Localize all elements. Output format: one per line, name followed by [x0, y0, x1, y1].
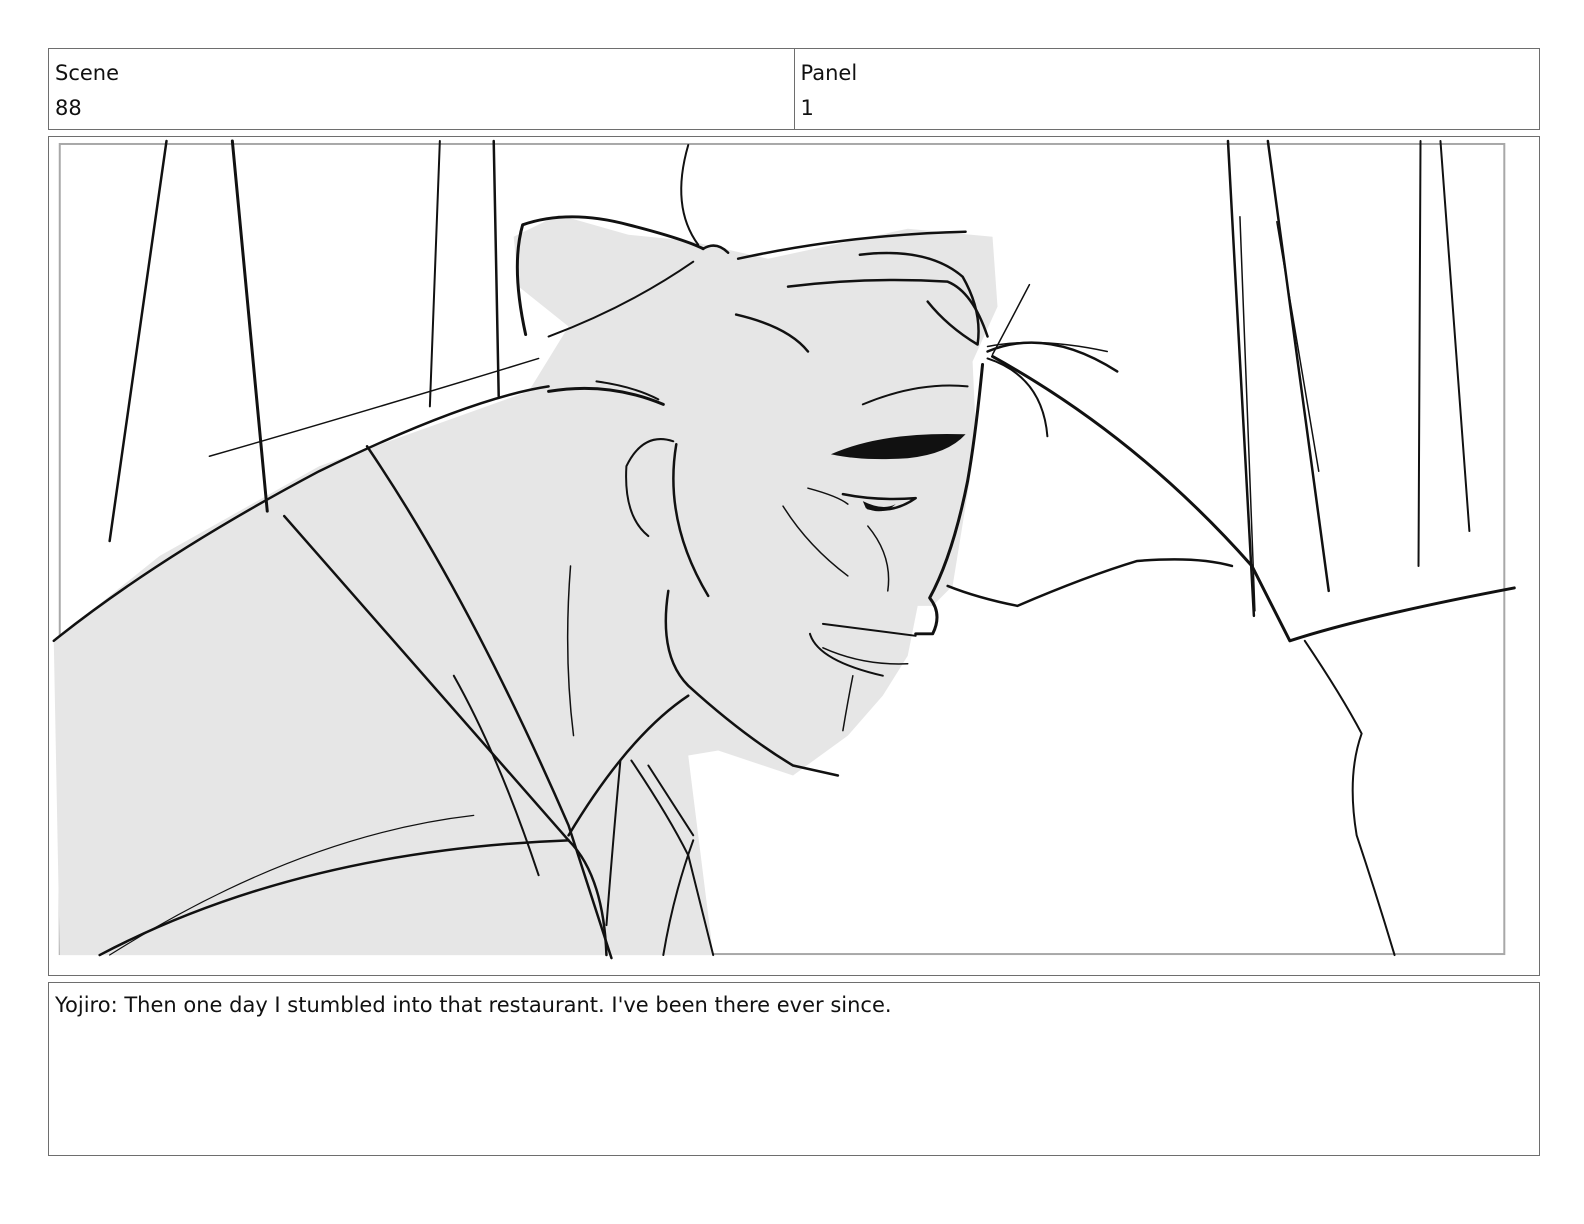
scene-panel-header: Scene 88 Panel 1	[48, 48, 1540, 130]
tree-line	[492, 139, 500, 398]
tree-line	[428, 139, 441, 408]
tree-line	[1276, 221, 1320, 472]
scene-cell: Scene 88	[49, 49, 794, 129]
storyboard-frame	[48, 136, 1540, 976]
scene-number: 88	[55, 96, 82, 120]
panel-cell: Panel 1	[793, 49, 1540, 129]
storyboard-sketch	[52, 139, 1516, 960]
scene-label: Scene	[55, 61, 120, 85]
dialogue-box: Yojiro: Then one day I stumbled into tha…	[48, 982, 1540, 1156]
dialogue-text: Yojiro: Then one day I stumbled into tha…	[55, 993, 892, 1017]
tree-line	[1266, 139, 1330, 593]
panel-label: Panel	[800, 61, 858, 85]
arm-outline	[946, 558, 1234, 608]
tree-line	[108, 139, 168, 543]
tree-line	[1439, 139, 1471, 533]
panel-number: 1	[800, 96, 814, 120]
arm-outline	[1303, 639, 1396, 957]
tree-line	[230, 139, 269, 513]
figure-fill	[53, 214, 998, 956]
tree-line	[1417, 139, 1422, 567]
topknot	[680, 143, 700, 246]
